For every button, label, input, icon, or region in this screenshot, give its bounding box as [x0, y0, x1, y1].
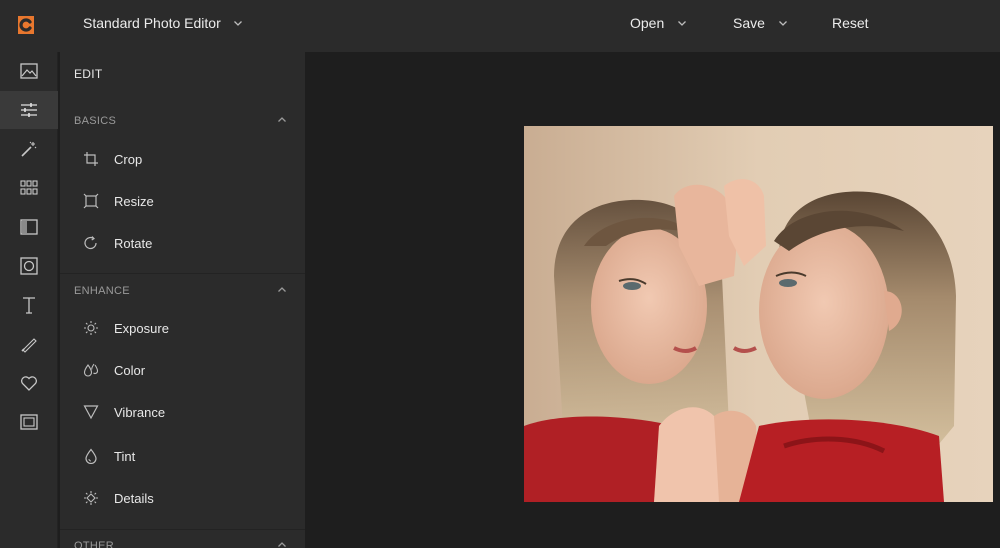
- tool-details[interactable]: Details: [82, 486, 154, 510]
- rail-vignette-button[interactable]: [0, 247, 58, 285]
- rail-effects-button[interactable]: [0, 130, 58, 168]
- resize-icon: [82, 192, 100, 210]
- rail-collage-button[interactable]: [0, 169, 58, 207]
- save-menu-label: Save: [733, 15, 765, 31]
- save-menu-button[interactable]: Save: [733, 15, 788, 31]
- drop-icon: [82, 447, 100, 465]
- section-label: OTHER: [74, 540, 114, 548]
- app-title: Standard Photo Editor: [83, 15, 221, 31]
- rail-frames-button[interactable]: [0, 403, 58, 441]
- chevron-up-icon: [277, 540, 287, 548]
- tool-rotate[interactable]: Rotate: [82, 231, 152, 255]
- section-label: BASICS: [74, 115, 117, 127]
- rail-draw-button[interactable]: [0, 325, 58, 363]
- section-header-basics[interactable]: BASICS: [60, 103, 305, 139]
- tool-vibrance[interactable]: Vibrance: [82, 400, 165, 424]
- rail-stickers-button[interactable]: [0, 364, 58, 402]
- reset-label: Reset: [832, 15, 869, 31]
- reset-button[interactable]: Reset: [832, 15, 869, 31]
- chevron-down-icon: [778, 18, 788, 28]
- details-icon: [82, 489, 100, 507]
- open-menu-label: Open: [630, 15, 665, 31]
- top-bar: Standard Photo Editor Open Save Reset: [0, 0, 1000, 52]
- image-icon: [20, 63, 38, 79]
- tool-resize[interactable]: Resize: [82, 189, 154, 213]
- sun-icon: [82, 319, 100, 337]
- edit-panel: EDIT BASICS Crop Resize Rotate ENHANCE E…: [60, 52, 305, 548]
- rail-image-button[interactable]: [0, 52, 58, 90]
- crop-icon: [82, 150, 100, 168]
- open-menu-button[interactable]: Open: [630, 15, 687, 31]
- tool-exposure[interactable]: Exposure: [82, 316, 169, 340]
- rail-text-button[interactable]: [0, 286, 58, 324]
- tool-label: Resize: [114, 193, 154, 209]
- app-title-dropdown[interactable]: Standard Photo Editor: [83, 15, 243, 31]
- heart-icon: [20, 375, 38, 391]
- brush-icon: [20, 335, 38, 353]
- edited-photo[interactable]: [524, 126, 993, 502]
- chevron-down-icon: [677, 18, 687, 28]
- tool-label: Rotate: [114, 235, 153, 251]
- grid-icon: [20, 180, 38, 196]
- tool-rail: [0, 52, 58, 548]
- text-icon: [21, 296, 37, 314]
- tool-crop[interactable]: Crop: [82, 147, 142, 171]
- tool-color[interactable]: Color: [82, 358, 145, 382]
- panel-title: EDIT: [74, 67, 103, 81]
- filter-frame-icon: [20, 219, 38, 235]
- tool-label: Vibrance: [114, 404, 166, 420]
- vignette-icon: [20, 257, 38, 275]
- tool-tint[interactable]: Tint: [82, 444, 135, 468]
- frame-icon: [20, 414, 38, 430]
- tool-label: Details: [114, 490, 154, 506]
- app-logo-icon[interactable]: [14, 13, 38, 37]
- tool-label: Tint: [114, 448, 136, 464]
- section-label: ENHANCE: [74, 285, 130, 297]
- chevron-up-icon: [277, 115, 287, 128]
- droplets-icon: [82, 361, 100, 379]
- chevron-up-icon: [277, 285, 287, 298]
- rail-adjust-button[interactable]: [0, 91, 58, 129]
- magic-wand-icon: [20, 140, 38, 158]
- chevron-down-icon: [233, 18, 243, 28]
- section-header-other[interactable]: OTHER: [60, 528, 305, 548]
- section-header-enhance[interactable]: ENHANCE: [60, 273, 305, 309]
- rail-filters-button[interactable]: [0, 208, 58, 246]
- tool-label: Color: [114, 362, 146, 378]
- triangle-icon: [82, 403, 100, 421]
- rotate-icon: [82, 234, 100, 252]
- tool-label: Crop: [114, 151, 143, 167]
- sliders-icon: [20, 102, 38, 118]
- tool-label: Exposure: [114, 320, 169, 336]
